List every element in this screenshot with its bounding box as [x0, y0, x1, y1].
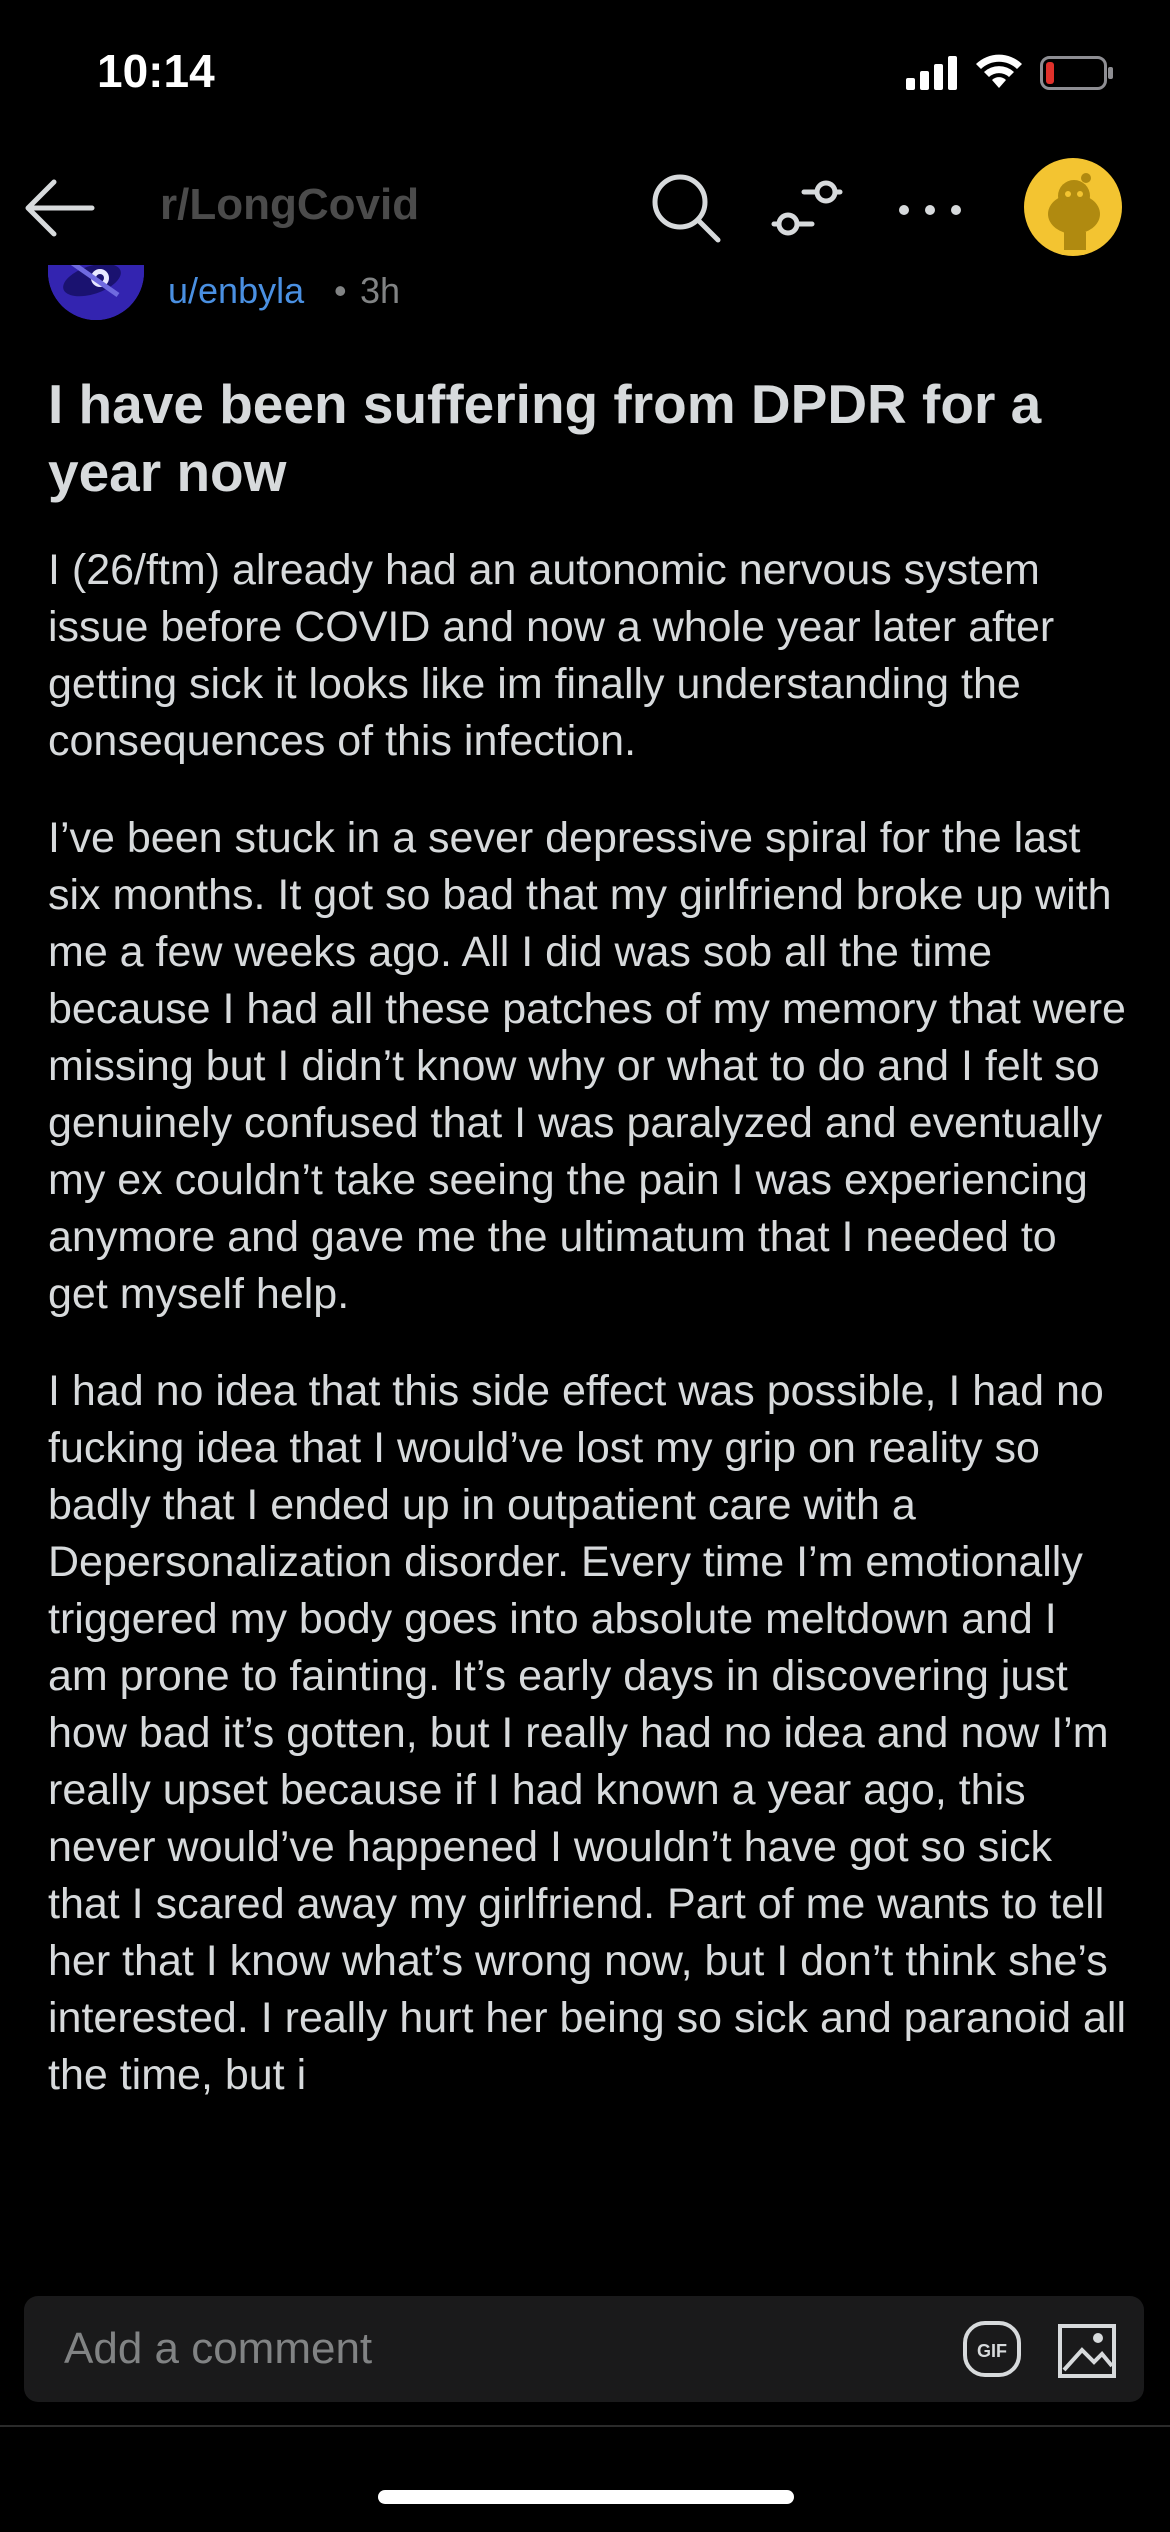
image-upload-icon[interactable] — [1056, 2318, 1118, 2380]
cellular-signal-icon — [906, 56, 957, 90]
user-avatar-button[interactable] — [1024, 158, 1122, 256]
status-bar: 10:14 — [0, 0, 1170, 150]
post-paragraph: I had no idea that this side effect was … — [48, 1367, 1127, 2099]
community-title[interactable]: r/LongCovid — [160, 180, 419, 230]
comment-input[interactable]: Add a comment GIF — [24, 2296, 1144, 2402]
post-body: I (26/ftm) already had an autonomic nerv… — [48, 542, 1128, 2144]
gif-label: GIF — [977, 2341, 1007, 2361]
status-time: 10:14 — [97, 45, 215, 97]
post-author-link[interactable]: u/enbyla — [168, 270, 304, 312]
post-paragraph: I’ve been stuck in a sever depressive sp… — [48, 814, 1126, 1318]
post-title: I have been suffering from DPDR for a ye… — [48, 373, 1042, 503]
filter-icon[interactable] — [770, 172, 846, 248]
meta-separator: • — [334, 270, 347, 311]
bottom-divider — [0, 2425, 1170, 2427]
post-paragraph: I (26/ftm) already had an autonomic nerv… — [48, 546, 1055, 765]
post: u/enbyla • 3h I have been suffering from… — [0, 250, 1170, 2240]
back-arrow-icon[interactable] — [22, 170, 98, 246]
home-indicator[interactable] — [378, 2490, 794, 2504]
post-time: 3h — [360, 270, 401, 311]
more-options-icon[interactable] — [892, 172, 968, 248]
gif-icon[interactable]: GIF — [962, 2320, 1022, 2378]
comment-placeholder: Add a comment — [64, 2324, 373, 2373]
comment-bar: Add a comment GIF — [0, 2240, 1170, 2430]
wifi-icon — [976, 54, 1022, 88]
battery-icon — [1040, 56, 1113, 90]
search-icon[interactable] — [648, 170, 724, 246]
top-nav-bar: r/LongCovid — [0, 150, 1170, 265]
snoo-avatar-icon — [1048, 173, 1100, 250]
